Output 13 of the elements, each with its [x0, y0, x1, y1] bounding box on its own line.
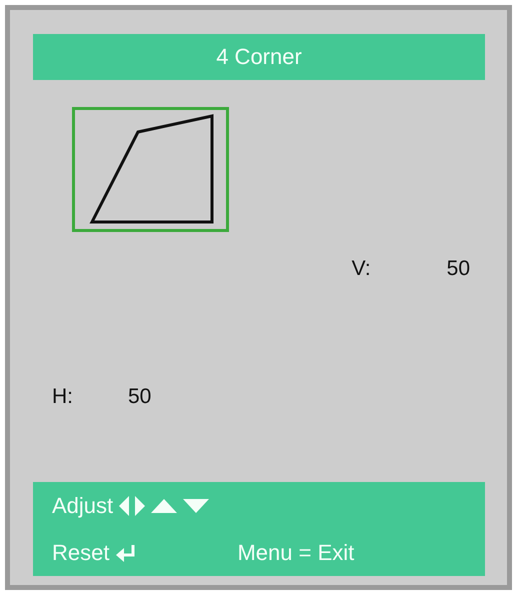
reset-label: Reset: [52, 540, 110, 566]
down-arrow-icon: [183, 498, 210, 512]
adjust-label: Adjust: [52, 492, 114, 518]
horizontal-label: H:: [52, 385, 74, 409]
vertical-value: 50: [446, 257, 470, 281]
right-arrow-icon: [135, 496, 146, 516]
left-arrow-icon: [119, 496, 130, 516]
enter-icon: [115, 544, 138, 562]
horizontal-value: 50: [128, 385, 152, 409]
exit-hint: Menu = Exit: [237, 540, 354, 566]
menu-title: 4 Corner: [33, 34, 485, 80]
up-arrow-icon: [151, 498, 178, 512]
vertical-label: V:: [352, 257, 372, 281]
